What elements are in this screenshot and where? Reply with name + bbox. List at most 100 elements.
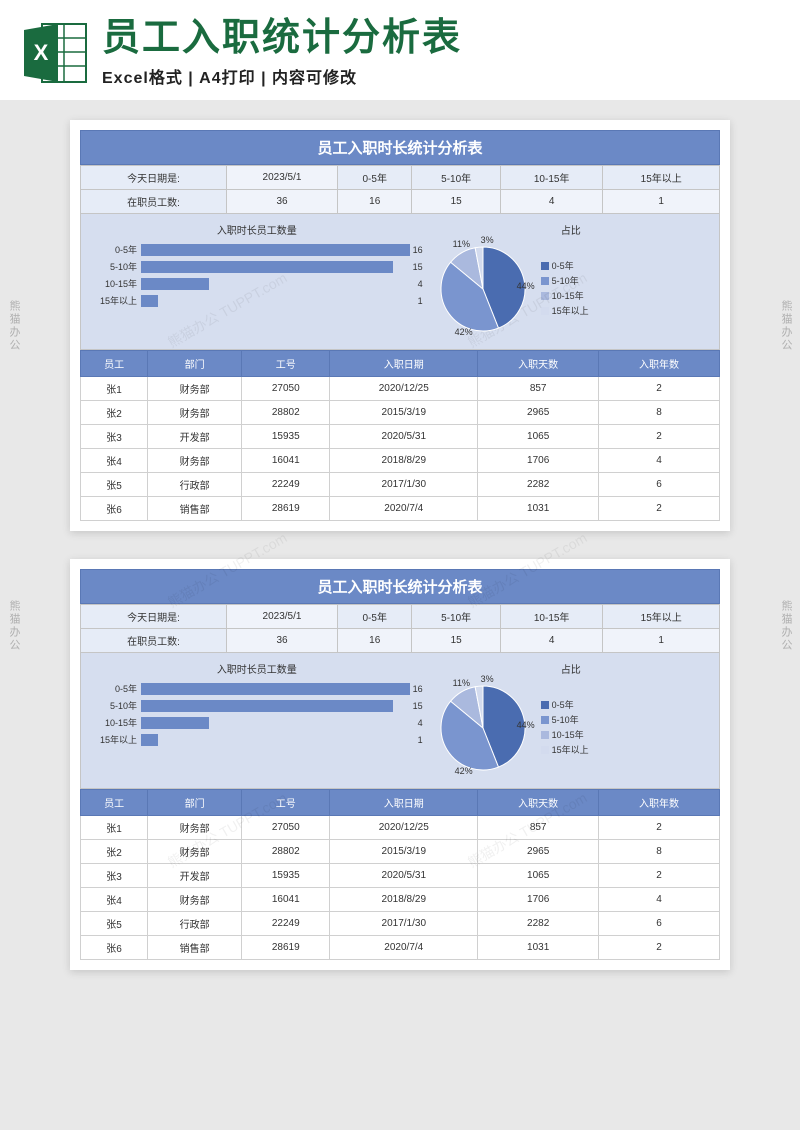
bar-row: 10-15年 4 <box>91 277 423 290</box>
legend-item: 15年以上 <box>541 304 589 317</box>
page-subtitle: Excel格式 | A4打印 | 内容可修改 <box>102 64 780 88</box>
table-cell: 财务部 <box>148 840 242 864</box>
table-header: 入职年数 <box>599 790 720 816</box>
pie-slice-label: 42% <box>455 766 473 776</box>
bar-row: 5-10年 15 <box>91 260 423 273</box>
table-row: 张6销售部286192020/7/410312 <box>81 497 720 521</box>
pie-slice-label: 3% <box>481 674 494 684</box>
legend-item: 15年以上 <box>541 743 589 756</box>
table-cell: 2020/5/31 <box>330 425 478 449</box>
bar-category: 5-10年 <box>91 260 141 273</box>
header-bar: X 员工入职统计分析表 Excel格式 | A4打印 | 内容可修改 <box>0 0 800 100</box>
summary-today: 2023/5/1 <box>227 166 338 190</box>
sheet: 员工入职时长统计分析表 今天日期是: 2023/5/1 0-5年 5-10年 10-… <box>70 120 730 531</box>
bucket-header: 5-10年 <box>412 605 500 629</box>
bucket-count: 4 <box>500 629 603 653</box>
bar-row: 0-5年 16 <box>91 682 423 695</box>
summary-label: 今天日期是: <box>81 166 227 190</box>
bar-category: 10-15年 <box>91 277 141 290</box>
table-cell: 财务部 <box>148 401 242 425</box>
bar-value: 15 <box>410 262 423 272</box>
table-cell: 2020/7/4 <box>330 936 478 960</box>
table-cell: 2020/7/4 <box>330 497 478 521</box>
bar-category: 10-15年 <box>91 716 141 729</box>
table-cell: 8 <box>599 401 720 425</box>
legend-item: 0-5年 <box>541 259 589 272</box>
table-header: 员工 <box>81 790 148 816</box>
table-row: 张3开发部159352020/5/3110652 <box>81 864 720 888</box>
summary-total: 36 <box>227 190 338 214</box>
table-header: 入职年数 <box>599 351 720 377</box>
pie-legend: 0-5年 5-10年 10-15年 15年以上 <box>541 259 589 319</box>
side-watermark: 熊猫办公 <box>6 300 22 352</box>
table-header: 部门 <box>148 351 242 377</box>
table-cell: 张6 <box>81 497 148 521</box>
side-watermark: 熊猫办公 <box>778 300 794 352</box>
bar-chart-title: 入职时长员工数量 <box>91 661 423 676</box>
table-cell: 27050 <box>242 816 330 840</box>
bucket-header: 0-5年 <box>338 166 412 190</box>
table-cell: 开发部 <box>148 425 242 449</box>
chart-panel: 入职时长员工数量 0-5年 16 5-10年 15 10-15年 4 15年以上… <box>80 653 720 789</box>
table-cell: 张5 <box>81 912 148 936</box>
table-cell: 28619 <box>242 497 330 521</box>
table-cell: 张3 <box>81 425 148 449</box>
table-cell: 1065 <box>478 425 599 449</box>
table-row: 张5行政部222492017/1/3022826 <box>81 912 720 936</box>
sheet-title: 员工入职时长统计分析表 <box>80 130 720 165</box>
pie-slice-label: 44% <box>517 281 535 291</box>
bucket-header: 15年以上 <box>603 605 720 629</box>
bar-value: 4 <box>415 718 423 728</box>
bar-value: 4 <box>415 279 423 289</box>
table-row: 张1财务部270502020/12/258572 <box>81 377 720 401</box>
bar-row: 10-15年 4 <box>91 716 423 729</box>
employee-table: 员工部门工号入职日期入职天数入职年数 张1财务部270502020/12/258… <box>80 789 720 960</box>
bar-chart: 入职时长员工数量 0-5年 16 5-10年 15 10-15年 4 15年以上… <box>91 661 423 778</box>
bucket-header: 10-15年 <box>500 166 603 190</box>
pie-slice-label: 42% <box>455 327 473 337</box>
table-row: 张2财务部288022015/3/1929658 <box>81 401 720 425</box>
table-cell: 张3 <box>81 864 148 888</box>
table-cell: 2015/3/19 <box>330 401 478 425</box>
bar-category: 5-10年 <box>91 699 141 712</box>
table-cell: 1706 <box>478 449 599 473</box>
table-cell: 财务部 <box>148 888 242 912</box>
table-cell: 张6 <box>81 936 148 960</box>
table-cell: 财务部 <box>148 449 242 473</box>
bucket-header: 15年以上 <box>603 166 720 190</box>
table-cell: 张2 <box>81 401 148 425</box>
table-header: 员工 <box>81 351 148 377</box>
table-cell: 张4 <box>81 449 148 473</box>
table-cell: 2 <box>599 936 720 960</box>
table-row: 张4财务部160412018/8/2917064 <box>81 888 720 912</box>
summary-today: 2023/5/1 <box>227 605 338 629</box>
table-cell: 2018/8/29 <box>330 888 478 912</box>
summary-total: 36 <box>227 629 338 653</box>
pie-legend: 0-5年 5-10年 10-15年 15年以上 <box>541 698 589 758</box>
table-cell: 16041 <box>242 888 330 912</box>
bar-value: 15 <box>410 701 423 711</box>
employee-table: 员工部门工号入职日期入职天数入职年数 张1财务部270502020/12/258… <box>80 350 720 521</box>
legend-item: 10-15年 <box>541 289 589 302</box>
table-cell: 22249 <box>242 912 330 936</box>
table-cell: 张1 <box>81 816 148 840</box>
bucket-count: 15 <box>412 190 500 214</box>
table-cell: 2 <box>599 816 720 840</box>
table-cell: 16041 <box>242 449 330 473</box>
bucket-count: 15 <box>412 629 500 653</box>
table-cell: 27050 <box>242 377 330 401</box>
bar-row: 15年以上 1 <box>91 294 423 307</box>
bar-value: 16 <box>410 245 423 255</box>
table-cell: 2020/12/25 <box>330 377 478 401</box>
table-cell: 财务部 <box>148 816 242 840</box>
bucket-count: 16 <box>338 190 412 214</box>
table-cell: 28802 <box>242 840 330 864</box>
table-row: 张2财务部288022015/3/1929658 <box>81 840 720 864</box>
table-cell: 1065 <box>478 864 599 888</box>
table-cell: 张5 <box>81 473 148 497</box>
pie-chart-title: 占比 <box>433 222 709 237</box>
bar-chart-title: 入职时长员工数量 <box>91 222 423 237</box>
table-cell: 开发部 <box>148 864 242 888</box>
bucket-count: 16 <box>338 629 412 653</box>
table-cell: 15935 <box>242 864 330 888</box>
